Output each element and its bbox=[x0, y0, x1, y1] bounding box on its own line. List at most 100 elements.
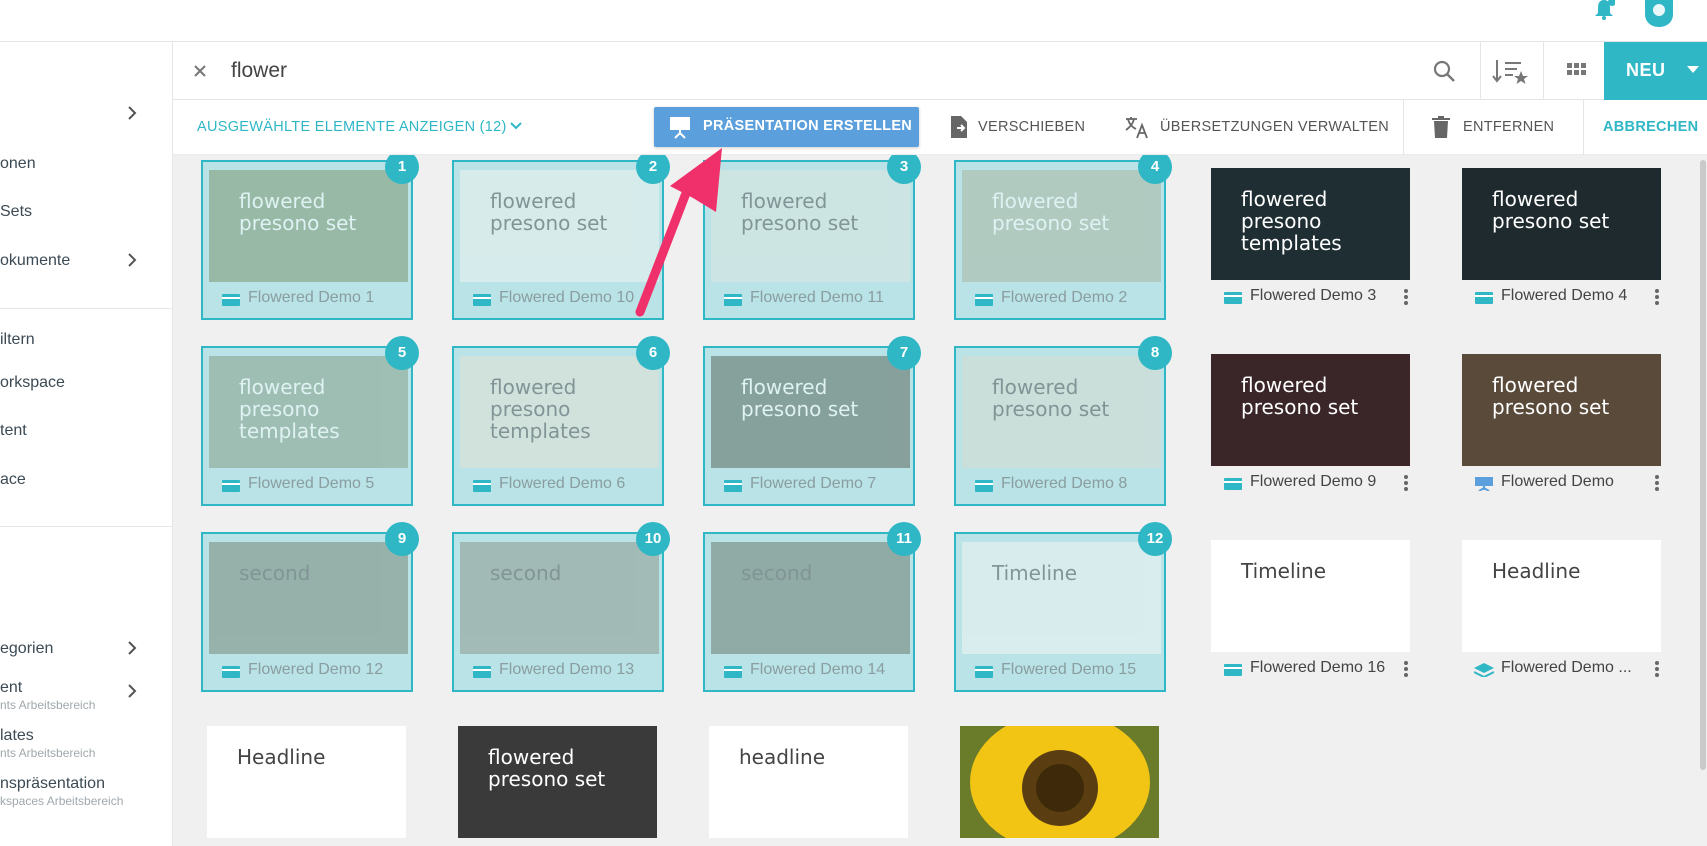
toolbar-divider bbox=[1403, 100, 1404, 155]
sidebar-item-sets[interactable]: Sets bbox=[0, 202, 173, 238]
selection-action-bar: AUSGEWÄHLTE ELEMENTE ANZEIGEN (12) PRÄSE… bbox=[173, 100, 1707, 155]
sidebar-item-filter[interactable]: iltern bbox=[0, 330, 173, 366]
show-selected-button[interactable]: AUSGEWÄHLTE ELEMENTE ANZEIGEN (12) bbox=[197, 119, 507, 135]
sidebar-item-templates[interactable]: lates nts Arbeitsbereich bbox=[0, 726, 173, 762]
asset-name: Flowered Demo 7 bbox=[750, 475, 877, 492]
asset-card[interactable]: Timeline Flowered Demo 16 bbox=[1205, 532, 1417, 692]
manage-translations-button[interactable]: ÜBERSETZUNGEN VERWALTEN bbox=[1124, 108, 1389, 146]
create-presentation-button[interactable]: PRÄSENTATION ERSTELLEN bbox=[654, 107, 919, 147]
asset-thumbnail: flowered presono set bbox=[962, 170, 1161, 282]
presentation-icon bbox=[724, 480, 742, 492]
selection-badge: 2 bbox=[636, 155, 670, 184]
sidebar-item-presentation[interactable]: nspräsentation kspaces Arbeitsbereich bbox=[0, 774, 173, 810]
asset-name: Flowered Demo 2 bbox=[1001, 289, 1128, 306]
sidebar-item-content-workspace[interactable]: ent nts Arbeitsbereich bbox=[0, 678, 173, 714]
asset-card[interactable]: flowered presono set Flowered Demo 1 1 bbox=[201, 155, 419, 320]
selection-badge: 4 bbox=[1138, 155, 1172, 184]
thumbnail-title: second bbox=[239, 561, 311, 585]
asset-card[interactable] bbox=[954, 718, 1166, 846]
selection-badge: 8 bbox=[1138, 336, 1172, 370]
asset-card[interactable]: flowered presono set Flowered Demo 11 3 bbox=[703, 155, 921, 320]
sidebar-item-workspace[interactable]: orkspace bbox=[0, 373, 173, 409]
asset-card[interactable]: flowered presono set Flowered Demo bbox=[1456, 346, 1668, 506]
sidebar-item-sublabel: nts Arbeitsbereich bbox=[0, 698, 96, 712]
asset-name-row: Flowered Demo 14 bbox=[705, 655, 917, 687]
cancel-button[interactable]: ABBRECHEN bbox=[1603, 119, 1698, 135]
asset-name: Flowered Demo 3 bbox=[1250, 287, 1377, 304]
sidebar-item-label: Sets bbox=[0, 203, 33, 220]
sidebar-divider bbox=[0, 526, 173, 527]
asset-card[interactable]: flowered presono set Flowered Demo 4 bbox=[1456, 160, 1668, 320]
move-button[interactable]: VERSCHIEBEN bbox=[946, 108, 1085, 146]
sidebar-item-categories[interactable]: egorien bbox=[0, 639, 173, 675]
asset-card[interactable]: flowered presono set bbox=[452, 718, 664, 846]
asset-card[interactable]: Headline Flowered Demo ... bbox=[1456, 532, 1668, 692]
asset-thumbnail: flowered presono templates bbox=[1211, 168, 1410, 280]
asset-card[interactable]: flowered presono templates Flowered Demo … bbox=[1205, 160, 1417, 320]
thumbnail-title: flowered presono set bbox=[1241, 373, 1359, 419]
asset-card[interactable]: flowered presono set Flowered Demo 10 2 bbox=[452, 155, 670, 320]
more-options-icon[interactable] bbox=[1403, 660, 1409, 678]
asset-card[interactable]: headline bbox=[703, 718, 915, 846]
asset-thumbnail: flowered presono set bbox=[711, 170, 910, 282]
user-avatar-icon[interactable] bbox=[1639, 0, 1679, 28]
presentation-icon bbox=[724, 294, 742, 306]
sidebar-item-sessions[interactable]: onen bbox=[0, 154, 173, 190]
sidebar-item-label: orkspace bbox=[0, 374, 65, 391]
asset-card[interactable]: second Flowered Demo 13 10 bbox=[452, 522, 670, 692]
presentation-icon bbox=[222, 480, 240, 492]
asset-card[interactable]: Timeline Flowered Demo 15 12 bbox=[954, 522, 1172, 692]
sidebar-item-content[interactable]: tent bbox=[0, 421, 173, 457]
sidebar-item-label: egorien bbox=[0, 640, 54, 657]
chevron-down-icon[interactable] bbox=[509, 120, 523, 132]
asset-thumbnail: second bbox=[711, 542, 910, 654]
asset-thumbnail: flowered presono set bbox=[962, 356, 1161, 468]
search-input[interactable] bbox=[231, 56, 1231, 86]
more-options-icon[interactable] bbox=[1654, 660, 1660, 678]
presentation-icon bbox=[473, 666, 491, 678]
asset-name: Flowered Demo 13 bbox=[499, 661, 635, 678]
asset-card[interactable]: flowered presono templates Flowered Demo … bbox=[452, 336, 670, 506]
caret-down-icon[interactable] bbox=[1687, 66, 1699, 73]
asset-card[interactable]: flowered presono set Flowered Demo 7 7 bbox=[703, 336, 921, 506]
asset-name-row: Flowered Demo 10 bbox=[454, 283, 666, 315]
thumbnail-title: flowered presono templates bbox=[1241, 187, 1342, 255]
asset-name-row: Flowered Demo 7 bbox=[705, 469, 917, 501]
asset-name: Flowered Demo 6 bbox=[499, 475, 626, 492]
sort-favorites-icon[interactable] bbox=[1491, 56, 1529, 86]
new-button[interactable]: NEU bbox=[1604, 42, 1707, 100]
thumbnail-title: Headline bbox=[1492, 559, 1581, 583]
thumbnail-title: flowered presono set bbox=[239, 189, 357, 235]
grid-view-icon[interactable] bbox=[1563, 58, 1589, 84]
asset-thumbnail: flowered presono set bbox=[460, 170, 659, 282]
asset-card[interactable]: flowered presono templates Flowered Demo … bbox=[201, 336, 419, 506]
search-icon[interactable] bbox=[1431, 58, 1457, 84]
sidebar-item-space[interactable]: ace bbox=[0, 470, 173, 506]
scrollbar[interactable] bbox=[1700, 160, 1706, 770]
selection-badge: 9 bbox=[385, 522, 419, 556]
selection-badge: 3 bbox=[887, 155, 921, 184]
asset-card[interactable]: flowered presono set Flowered Demo 2 4 bbox=[954, 155, 1172, 320]
sidebar-item-documents[interactable]: okumente bbox=[0, 251, 173, 287]
more-options-icon[interactable] bbox=[1654, 474, 1660, 492]
close-icon[interactable] bbox=[189, 60, 211, 82]
asset-card[interactable]: flowered presono set Flowered Demo 9 bbox=[1205, 346, 1417, 506]
selection-badge: 11 bbox=[887, 522, 921, 556]
more-options-icon[interactable] bbox=[1403, 474, 1409, 492]
asset-name-row: Flowered Demo 6 bbox=[454, 469, 666, 501]
asset-name: Flowered Demo 15 bbox=[1001, 661, 1137, 678]
remove-button[interactable]: ENTFERNEN bbox=[1428, 108, 1568, 146]
asset-name-row: Flowered Demo 13 bbox=[454, 655, 666, 687]
more-options-icon[interactable] bbox=[1403, 288, 1409, 306]
asset-card[interactable]: second Flowered Demo 14 11 bbox=[703, 522, 921, 692]
presentation-icon bbox=[975, 480, 993, 492]
asset-card[interactable]: flowered presono set Flowered Demo 8 8 bbox=[954, 336, 1172, 506]
bell-icon[interactable] bbox=[1593, 0, 1615, 20]
presentation-easel-icon bbox=[670, 117, 690, 139]
sidebar-item-collapsed[interactable] bbox=[0, 104, 173, 140]
chevron-right-icon bbox=[128, 253, 137, 267]
asset-card[interactable]: second Flowered Demo 12 9 bbox=[201, 522, 419, 692]
asset-name-row: Flowered Demo 16 bbox=[1205, 653, 1417, 685]
more-options-icon[interactable] bbox=[1654, 288, 1660, 306]
asset-card[interactable]: Headline bbox=[201, 718, 413, 846]
